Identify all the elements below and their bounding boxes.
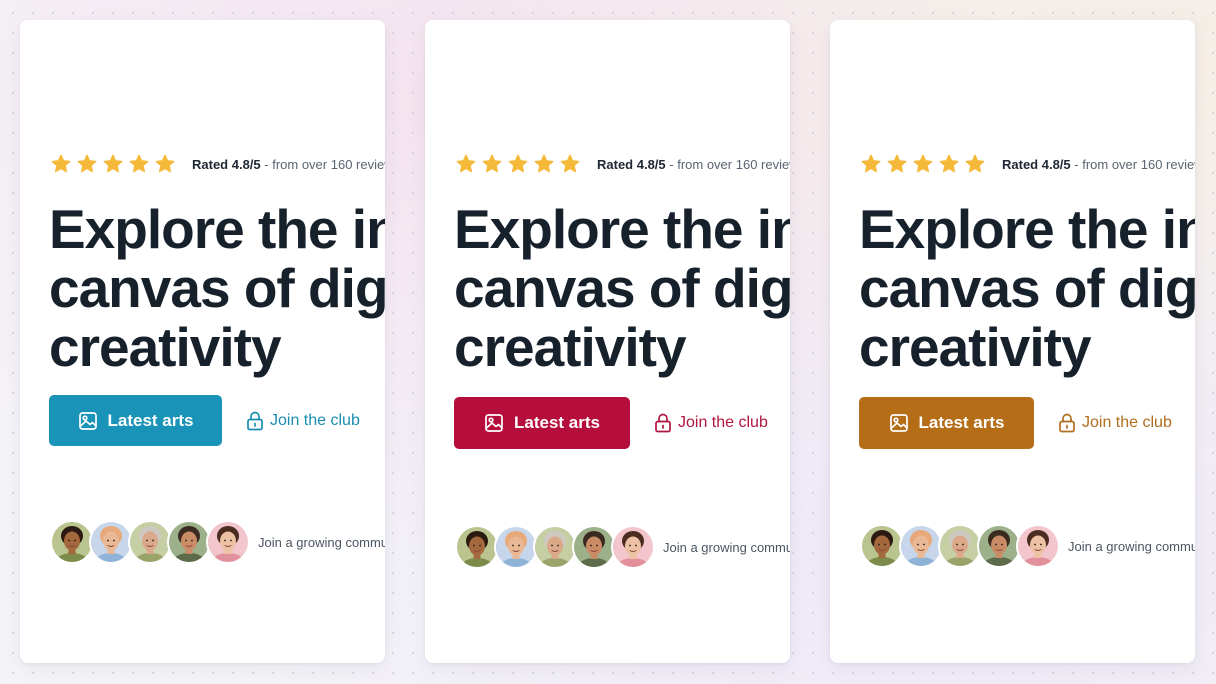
join-club-label: Join the club [678,414,768,431]
star-rating [860,153,986,175]
star-rating [455,153,581,175]
star-icon [103,154,123,173]
avatar-pink-hat [89,520,133,564]
lock-icon [1059,413,1075,433]
avatar-smiling-woman [1016,524,1060,568]
star-icon [77,154,97,173]
image-icon [78,411,97,430]
star-icon [560,154,580,173]
avatar-smiling-woman [206,520,250,564]
rating-text: Rated 4.8/5 - from over 160 reviews [597,157,790,172]
community-row: Join a growing community [50,520,385,564]
star-icon [939,154,959,173]
avatar-older-man [128,520,172,564]
latest-arts-label: Latest arts [918,413,1005,432]
rating-text: Rated 4.8/5 - from over 160 reviews [1002,157,1195,172]
hero-card-amber: Rated 4.8/5 - from over 160 reviews Expl… [830,20,1195,663]
avatar-curly-hair [455,525,499,569]
avatar-older-man [533,525,577,569]
star-icon [51,154,71,173]
avatar-group [50,520,250,564]
hero-card-teal: Rated 4.8/5 - from over 160 reviews Expl… [20,20,385,663]
avatar-young-man [977,524,1021,568]
rating-separator: - [260,156,273,172]
hero-actions: Latest arts Join the club [454,397,768,449]
rating-reviews: from over 160 reviews [677,156,790,172]
star-icon [482,154,502,173]
latest-arts-button[interactable]: Latest arts [49,395,222,446]
avatar-smiling-woman [611,525,655,569]
star-icon [861,154,881,173]
headline-line-3: creativity [454,316,687,378]
headline-line-1: Explore the infinite [859,198,1195,260]
join-club-link[interactable]: Join the club [246,411,360,431]
rating-separator: - [1070,156,1083,172]
rating-reviews: from over 160 reviews [1082,156,1195,172]
avatar-older-man [938,524,982,568]
star-icon [508,154,528,173]
headline-line-2: canvas of digital [49,257,385,319]
star-icon [913,154,933,173]
star-icon [456,154,476,173]
headline-line-1: Explore the infinite [454,198,790,260]
join-club-label: Join the club [270,411,360,429]
avatar-pink-hat [494,525,538,569]
hero-actions: Latest arts Join the club [49,395,360,446]
avatar-curly-hair [860,524,904,568]
lock-icon [655,413,671,433]
star-icon [129,154,149,173]
headline-line-1: Explore the infinite [49,198,385,260]
community-row: Join a growing community [455,525,790,569]
star-icon [965,154,985,173]
avatar-group [860,524,1060,568]
rating-row: Rated 4.8/5 - from over 160 reviews [50,153,385,175]
hero-card-crimson: Rated 4.8/5 - from over 160 reviews Expl… [425,20,790,663]
avatar-group [455,525,655,569]
rating-row: Rated 4.8/5 - from over 160 reviews [860,153,1195,175]
avatar-pink-hat [899,524,943,568]
rating-score: Rated 4.8/5 [192,156,261,172]
community-text: Join a growing community [1068,538,1195,554]
rating-text: Rated 4.8/5 - from over 160 reviews [192,157,385,172]
hero-actions: Latest arts Join the club [859,397,1172,449]
star-icon [534,154,554,173]
rating-reviews: from over 160 reviews [272,156,385,172]
star-icon [887,154,907,173]
latest-arts-label: Latest arts [107,410,194,430]
hero-headline: Explore the infinite canvas of digital c… [454,200,790,377]
rating-row: Rated 4.8/5 - from over 160 reviews [455,153,790,175]
join-club-link[interactable]: Join the club [1058,413,1172,433]
hero-headline: Explore the infinite canvas of digital c… [49,200,385,377]
latest-arts-button[interactable]: Latest arts [859,397,1034,449]
join-club-label: Join the club [1082,414,1172,431]
headline-line-3: creativity [49,316,282,378]
join-club-link[interactable]: Join the club [654,413,768,433]
avatar-young-man [572,525,616,569]
star-rating [50,153,176,175]
rating-separator: - [665,156,678,172]
image-icon [889,414,908,432]
rating-score: Rated 4.8/5 [597,156,666,172]
hero-headline: Explore the infinite canvas of digital c… [859,200,1195,377]
headline-line-3: creativity [859,316,1092,378]
avatar-young-man [167,520,211,564]
headline-line-2: canvas of digital [859,257,1195,319]
community-text: Join a growing community [663,539,790,555]
rating-score: Rated 4.8/5 [1002,156,1071,172]
lock-icon [247,411,263,430]
community-text: Join a growing community [258,534,385,550]
star-icon [155,154,175,173]
latest-arts-label: Latest arts [514,413,600,432]
headline-line-2: canvas of digital [454,257,790,319]
latest-arts-button[interactable]: Latest arts [454,397,630,449]
community-row: Join a growing community [860,524,1195,568]
avatar-curly-hair [50,520,94,564]
image-icon [485,414,503,432]
